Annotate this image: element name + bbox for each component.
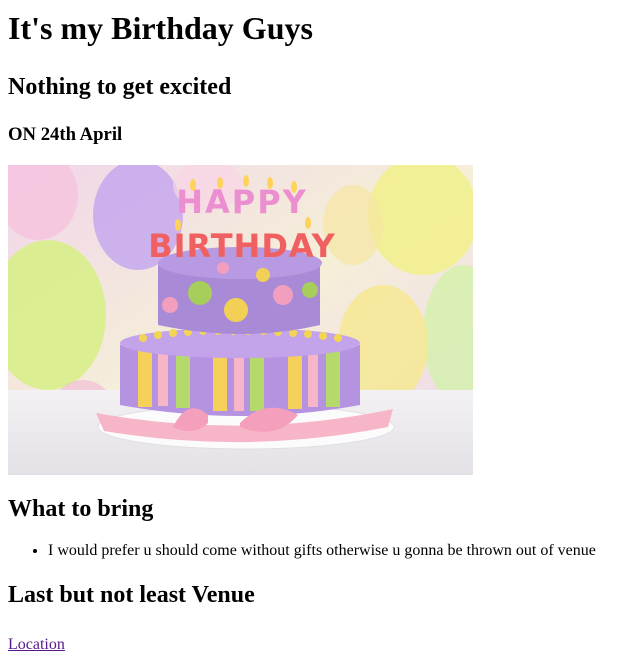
venue-paragraph: Location	[8, 635, 618, 655]
location-link[interactable]: Location	[8, 636, 65, 653]
birthday-cake-image: HAPPY BIRTHDAY	[8, 165, 473, 475]
candle-birthday: BIRTHDAY	[148, 227, 336, 265]
subtitle-heading: Nothing to get excited	[8, 74, 232, 100]
bring-list: I would prefer u should come without gif…	[8, 541, 618, 561]
candle-happy: HAPPY	[176, 183, 308, 221]
venue-heading: Last but not least Venue	[8, 582, 255, 608]
list-item: I would prefer u should come without gif…	[48, 541, 618, 561]
page-title: It's my Birthday Guys	[8, 10, 313, 46]
page-body: It's my Birthday Guys Nothing to get exc…	[0, 0, 626, 655]
date-heading: ON 24th April	[8, 124, 123, 145]
what-to-bring-heading: What to bring	[8, 496, 154, 522]
